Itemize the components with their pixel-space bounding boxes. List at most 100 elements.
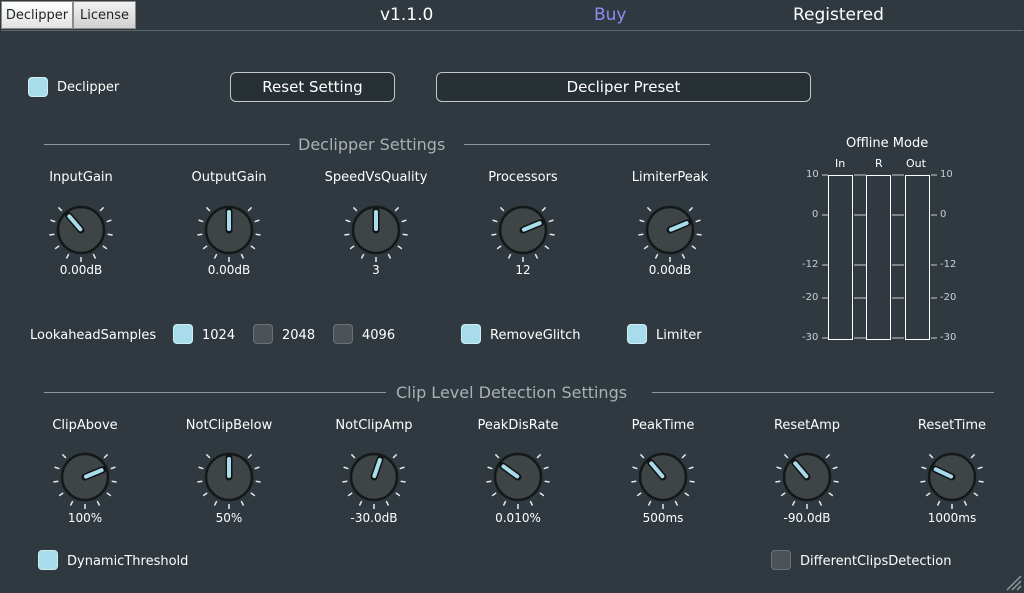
declipper-checkbox[interactable] [28, 77, 48, 97]
knob-dial[interactable] [194, 195, 264, 265]
knob-dial[interactable] [628, 442, 698, 512]
knob-tick [487, 466, 493, 470]
knob-tick [695, 219, 701, 223]
knob-tick [548, 219, 554, 223]
knob-tick [247, 206, 253, 212]
knob-tick [674, 500, 679, 506]
knob-tick [543, 466, 549, 470]
registration-status: Registered [793, 5, 884, 25]
knob-tick [833, 480, 839, 483]
buy-link[interactable]: Buy [594, 5, 627, 25]
knob-tick [536, 453, 542, 459]
knob-value: 3 [372, 263, 380, 277]
limiter-checkbox[interactable] [627, 324, 647, 344]
tab-license[interactable]: License [73, 1, 136, 29]
knob-tick [632, 466, 638, 470]
knob-tick [65, 253, 70, 259]
knob-tick [636, 492, 642, 497]
knob-tick [213, 500, 218, 506]
knob-tick [921, 466, 927, 470]
knob-tick [197, 233, 203, 236]
knob-tick [977, 466, 983, 470]
different-clips-detection-checkbox[interactable] [771, 550, 791, 570]
knob-dial[interactable] [46, 195, 116, 265]
remove-glitch-checkbox[interactable] [461, 324, 481, 344]
knob-tick [696, 233, 702, 236]
knob-tick [96, 500, 101, 506]
knob-tick [50, 219, 56, 223]
knob-dial[interactable] [635, 195, 705, 265]
knob-tick [638, 233, 644, 236]
knob-value: 100% [67, 511, 103, 525]
knob-tick [688, 206, 694, 212]
knob-tick [647, 500, 652, 506]
knob-tick [783, 453, 789, 459]
knob-tick [205, 206, 211, 212]
knob-tick [507, 253, 512, 259]
dynamic-threshold-checkbox[interactable] [38, 550, 58, 570]
knob-tick [385, 500, 390, 506]
knob-label: InputGain [49, 170, 113, 185]
lookahead-1024-checkbox[interactable] [173, 324, 193, 344]
knob-label: ResetAmp [773, 418, 841, 433]
knob-tick [828, 492, 834, 497]
knob-tick [825, 453, 831, 459]
knob-tick [499, 206, 505, 212]
meter-tick-right-30: -30 [940, 332, 957, 343]
knob-tick [54, 245, 60, 250]
knob-dial[interactable] [194, 442, 264, 512]
knob-tick [534, 253, 539, 259]
lookahead-2048-checkbox[interactable] [253, 324, 273, 344]
knob-label: ResetTime [917, 418, 987, 433]
knob-tick [250, 245, 256, 250]
knob-tick [99, 206, 105, 212]
knob-tick [49, 233, 55, 236]
knob-tick [349, 245, 355, 250]
knob-label: LimiterPeak [631, 170, 709, 185]
knob-tick [544, 245, 550, 250]
knob-value: 500ms [642, 511, 684, 525]
lookahead-4096-checkbox[interactable] [333, 324, 353, 344]
meter-tick-left-10: 10 [806, 169, 819, 180]
knob-dial[interactable] [917, 442, 987, 512]
knob-tick [197, 480, 203, 483]
knob-tick [360, 253, 365, 259]
knob-value: -90.0dB [783, 511, 831, 525]
knob-tick [400, 480, 406, 483]
knob-tick [539, 492, 545, 497]
lookahead-1024-label: 1024 [202, 328, 236, 343]
knob-value: 12 [515, 263, 531, 277]
reset-setting-button[interactable]: Reset Setting [230, 72, 395, 102]
knob-tick [240, 500, 245, 506]
knob-tick [53, 480, 59, 483]
knob-tick [496, 245, 502, 250]
tab-declipper[interactable]: Declipper [1, 1, 73, 29]
clip-section-divider-right [652, 392, 994, 393]
knob-dial[interactable] [772, 442, 842, 512]
knob-tick [202, 492, 208, 497]
knob-tick [343, 466, 349, 470]
knob-dial[interactable] [50, 442, 120, 512]
knob-tick [639, 219, 645, 223]
knob-dial[interactable] [339, 442, 409, 512]
lookahead-2048-label: 2048 [282, 328, 316, 343]
knob-dial[interactable] [483, 442, 553, 512]
knob-tick [402, 233, 408, 236]
knob-tick [973, 492, 979, 497]
knob-label: NotClipAmp [335, 418, 413, 433]
knob-tick [345, 219, 351, 223]
declipper-checkbox-label: Declipper [57, 80, 120, 95]
knob-dial[interactable] [341, 195, 411, 265]
knob-value: -30.0dB [350, 511, 398, 525]
resize-grip-icon[interactable] [1004, 573, 1022, 591]
knob-tick [240, 253, 245, 259]
meter-scale-ticks [822, 174, 937, 339]
knob-tick [350, 453, 356, 459]
knob-tick [780, 492, 786, 497]
knob-tick [936, 500, 941, 506]
knob-tick [401, 219, 407, 223]
knob-tick [254, 219, 260, 223]
knob-dial[interactable] [488, 195, 558, 265]
knob-label: PeakDisRate [477, 418, 559, 433]
declipper-preset-button[interactable]: Decliper Preset [436, 72, 811, 102]
